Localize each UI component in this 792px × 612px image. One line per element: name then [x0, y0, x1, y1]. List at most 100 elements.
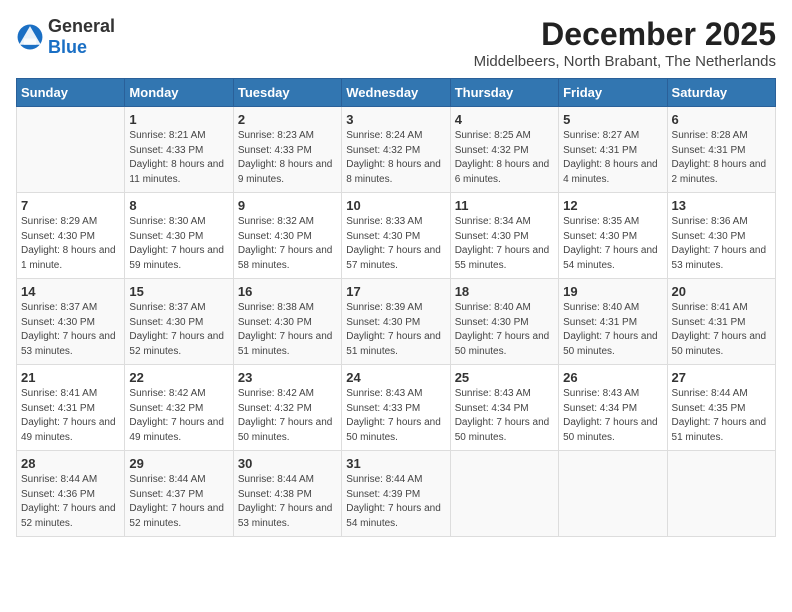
title-block: December 2025 Middelbeers, North Brabant…	[474, 16, 776, 70]
cell-date: 22	[129, 370, 228, 385]
cell-date: 18	[455, 284, 554, 299]
cell-info: Sunrise: 8:24 AMSunset: 4:32 PMDaylight:…	[346, 130, 441, 185]
cell-date: 16	[238, 284, 337, 299]
cell-date: 4	[455, 112, 554, 127]
logo-icon	[16, 23, 44, 51]
cell-info: Sunrise: 8:42 AMSunset: 4:32 PMDaylight:…	[129, 388, 224, 443]
cell-date: 29	[129, 456, 228, 471]
cell-2-1: 15Sunrise: 8:37 AMSunset: 4:30 PMDayligh…	[125, 279, 233, 365]
cell-date: 26	[563, 370, 662, 385]
cell-2-6: 20 Sunrise: 8:41 AMSunset: 4:31 PMDayligh…	[667, 279, 775, 365]
header-day-friday: Friday	[559, 79, 667, 107]
header-day-tuesday: Tuesday	[233, 79, 341, 107]
cell-3-6: 27Sunrise: 8:44 AMSunset: 4:35 PMDayligh…	[667, 365, 775, 451]
cell-date: 27	[672, 370, 771, 385]
cell-info: Sunrise: 8:25 AMSunset: 4:32 PMDaylight:…	[455, 130, 550, 185]
cell-info: Sunrise: 8:44 AMSunset: 4:38 PMDaylight:…	[238, 474, 333, 529]
cell-0-1: 1 Sunrise: 8:21 AMSunset: 4:33 PMDaylight…	[125, 107, 233, 193]
cell-info: Sunrise: 8:21 AMSunset: 4:33 PMDaylight:…	[129, 130, 224, 185]
cell-date: 7	[21, 198, 120, 213]
cell-1-6: 13Sunrise: 8:36 AMSunset: 4:30 PMDayligh…	[667, 193, 775, 279]
cell-4-4	[450, 451, 558, 537]
header-day-sunday: Sunday	[17, 79, 125, 107]
cell-date: 23	[238, 370, 337, 385]
cell-4-2: 30 Sunrise: 8:44 AMSunset: 4:38 PMDayligh…	[233, 451, 341, 537]
cell-0-0	[17, 107, 125, 193]
cell-date: 31	[346, 456, 445, 471]
cell-info: Sunrise: 8:28 AMSunset: 4:31 PMDaylight:…	[672, 130, 767, 185]
header: General Blue December 2025 Middelbeers, …	[16, 16, 776, 70]
cell-date: 8	[129, 198, 228, 213]
cell-1-1: 8 Sunrise: 8:30 AMSunset: 4:30 PMDaylight…	[125, 193, 233, 279]
logo-general: General	[48, 16, 115, 36]
cell-info: Sunrise: 8:37 AMSunset: 4:30 PMDaylight:…	[129, 302, 224, 357]
cell-2-0: 14Sunrise: 8:37 AMSunset: 4:30 PMDayligh…	[17, 279, 125, 365]
cell-date: 9	[238, 198, 337, 213]
cell-info: Sunrise: 8:44 AMSunset: 4:36 PMDaylight:…	[21, 474, 116, 529]
cell-info: Sunrise: 8:42 AMSunset: 4:32 PMDaylight:…	[238, 388, 333, 443]
cell-date: 30	[238, 456, 337, 471]
cell-3-0: 21Sunrise: 8:41 AMSunset: 4:31 PMDayligh…	[17, 365, 125, 451]
cell-0-2: 2 Sunrise: 8:23 AMSunset: 4:33 PMDaylight…	[233, 107, 341, 193]
cell-date: 24	[346, 370, 445, 385]
cell-2-5: 19Sunrise: 8:40 AMSunset: 4:31 PMDayligh…	[559, 279, 667, 365]
week-row-1: 7 Sunrise: 8:29 AMSunset: 4:30 PMDaylight…	[17, 193, 776, 279]
cell-1-5: 12Sunrise: 8:35 AMSunset: 4:30 PMDayligh…	[559, 193, 667, 279]
cell-date: 13	[672, 198, 771, 213]
cell-info: Sunrise: 8:34 AMSunset: 4:30 PMDaylight:…	[455, 216, 550, 271]
cell-date: 20	[672, 284, 771, 299]
cell-info: Sunrise: 8:30 AMSunset: 4:30 PMDaylight:…	[129, 216, 224, 271]
cell-date: 1	[129, 112, 228, 127]
cell-3-5: 26 Sunrise: 8:43 AMSunset: 4:34 PMDayligh…	[559, 365, 667, 451]
cell-4-6	[667, 451, 775, 537]
cell-info: Sunrise: 8:43 AMSunset: 4:34 PMDaylight:…	[455, 388, 550, 443]
logo-blue: Blue	[48, 37, 87, 57]
subtitle: Middelbeers, North Brabant, The Netherla…	[474, 53, 776, 70]
cell-2-4: 18 Sunrise: 8:40 AMSunset: 4:30 PMDayligh…	[450, 279, 558, 365]
cell-4-0: 28 Sunrise: 8:44 AMSunset: 4:36 PMDayligh…	[17, 451, 125, 537]
calendar-header-row: SundayMondayTuesdayWednesdayThursdayFrid…	[17, 79, 776, 107]
header-day-saturday: Saturday	[667, 79, 775, 107]
cell-3-3: 24Sunrise: 8:43 AMSunset: 4:33 PMDayligh…	[342, 365, 450, 451]
cell-1-0: 7 Sunrise: 8:29 AMSunset: 4:30 PMDaylight…	[17, 193, 125, 279]
cell-info: Sunrise: 8:37 AMSunset: 4:30 PMDaylight:…	[21, 302, 116, 357]
cell-info: Sunrise: 8:32 AMSunset: 4:30 PMDaylight:…	[238, 216, 333, 271]
cell-info: Sunrise: 8:43 AMSunset: 4:34 PMDaylight:…	[563, 388, 658, 443]
cell-info: Sunrise: 8:41 AMSunset: 4:31 PMDaylight:…	[672, 302, 767, 357]
cell-info: Sunrise: 8:27 AMSunset: 4:31 PMDaylight:…	[563, 130, 658, 185]
logo-text: General Blue	[48, 16, 115, 58]
cell-info: Sunrise: 8:44 AMSunset: 4:37 PMDaylight:…	[129, 474, 224, 529]
cell-date: 2	[238, 112, 337, 127]
cell-date: 6	[672, 112, 771, 127]
cell-date: 11	[455, 198, 554, 213]
cell-1-3: 10 Sunrise: 8:33 AMSunset: 4:30 PMDayligh…	[342, 193, 450, 279]
cell-info: Sunrise: 8:29 AMSunset: 4:30 PMDaylight:…	[21, 216, 116, 271]
week-row-2: 14Sunrise: 8:37 AMSunset: 4:30 PMDayligh…	[17, 279, 776, 365]
week-row-4: 28 Sunrise: 8:44 AMSunset: 4:36 PMDayligh…	[17, 451, 776, 537]
cell-date: 5	[563, 112, 662, 127]
cell-2-2: 16 Sunrise: 8:38 AMSunset: 4:30 PMDayligh…	[233, 279, 341, 365]
cell-4-1: 29 Sunrise: 8:44 AMSunset: 4:37 PMDayligh…	[125, 451, 233, 537]
header-day-thursday: Thursday	[450, 79, 558, 107]
cell-0-4: 4 Sunrise: 8:25 AMSunset: 4:32 PMDaylight…	[450, 107, 558, 193]
cell-info: Sunrise: 8:44 AMSunset: 4:39 PMDaylight:…	[346, 474, 441, 529]
logo: General Blue	[16, 16, 115, 58]
cell-info: Sunrise: 8:38 AMSunset: 4:30 PMDaylight:…	[238, 302, 333, 357]
cell-3-2: 23 Sunrise: 8:42 AMSunset: 4:32 PMDayligh…	[233, 365, 341, 451]
header-day-wednesday: Wednesday	[342, 79, 450, 107]
calendar-table: SundayMondayTuesdayWednesdayThursdayFrid…	[16, 78, 776, 537]
cell-date: 12	[563, 198, 662, 213]
cell-info: Sunrise: 8:33 AMSunset: 4:30 PMDaylight:…	[346, 216, 441, 271]
cell-0-6: 6 Sunrise: 8:28 AMSunset: 4:31 PMDaylight…	[667, 107, 775, 193]
cell-1-2: 9 Sunrise: 8:32 AMSunset: 4:30 PMDaylight…	[233, 193, 341, 279]
cell-info: Sunrise: 8:39 AMSunset: 4:30 PMDaylight:…	[346, 302, 441, 357]
cell-date: 10	[346, 198, 445, 213]
week-row-0: 1 Sunrise: 8:21 AMSunset: 4:33 PMDaylight…	[17, 107, 776, 193]
cell-info: Sunrise: 8:40 AMSunset: 4:30 PMDaylight:…	[455, 302, 550, 357]
cell-info: Sunrise: 8:23 AMSunset: 4:33 PMDaylight:…	[238, 130, 333, 185]
cell-date: 21	[21, 370, 120, 385]
cell-date: 3	[346, 112, 445, 127]
cell-date: 28	[21, 456, 120, 471]
cell-date: 25	[455, 370, 554, 385]
cell-1-4: 11 Sunrise: 8:34 AMSunset: 4:30 PMDayligh…	[450, 193, 558, 279]
